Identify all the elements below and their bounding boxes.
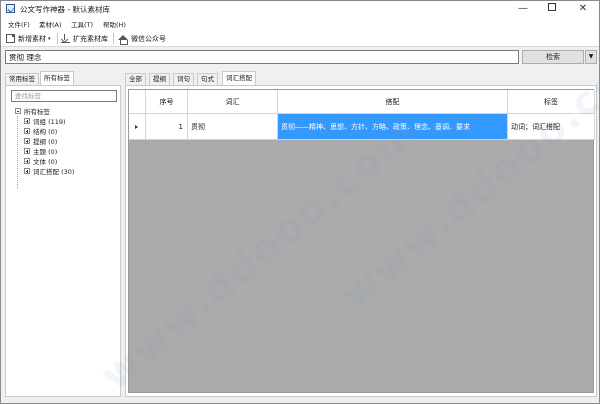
current-row-arrow-icon bbox=[135, 125, 138, 129]
tree-node-phrases[interactable]: 词组 (119) bbox=[24, 116, 66, 126]
new-material-button[interactable]: 新增素材 ▾ bbox=[6, 32, 51, 45]
search-button[interactable]: 检索 bbox=[522, 50, 584, 64]
tab-collocation[interactable]: 词汇搭配 bbox=[222, 71, 256, 85]
tab-outline[interactable]: 提纲 bbox=[149, 73, 170, 85]
tree-node-label: 提纲 (0) bbox=[33, 138, 58, 146]
tag-filter-container bbox=[11, 90, 117, 102]
maximize-button[interactable] bbox=[538, 1, 566, 17]
tag-panel-body: 所有标签 词组 (119) 结构 (0) 提纲 (0) 主题 (0) bbox=[5, 85, 121, 397]
search-input-container bbox=[5, 50, 519, 64]
wechat-account-button[interactable]: 微信公众号 bbox=[118, 32, 166, 45]
toolbar: 新增素材 ▾ 扩充素材库 微信公众号 bbox=[1, 30, 599, 47]
wechat-account-label: 微信公众号 bbox=[131, 34, 166, 43]
tree-node-label: 词汇搭配 (30) bbox=[33, 168, 75, 176]
collapse-icon[interactable] bbox=[15, 108, 21, 114]
minimize-button[interactable]: — bbox=[509, 1, 537, 17]
tag-panel: 常用标签 所有标签 所有标签 词组 (119) 结构 (0) bbox=[5, 71, 121, 397]
app-logo-icon bbox=[6, 4, 15, 13]
tag-filter-input[interactable] bbox=[12, 91, 116, 101]
tree-node-genre[interactable]: 文体 (0) bbox=[24, 156, 57, 166]
new-material-label: 新增素材 bbox=[18, 34, 46, 43]
toolbar-divider bbox=[57, 33, 58, 44]
cell-tags[interactable]: 动词；词汇搭配 bbox=[508, 114, 595, 140]
menu-tools[interactable]: 工具(T) bbox=[71, 19, 93, 29]
cell-collocation[interactable]: 贯彻——精神、思想、方针、方略、政策、理念、基调、要求 bbox=[278, 114, 508, 140]
tree-node-label: 结构 (0) bbox=[33, 128, 58, 136]
tree-node-collocation[interactable]: 词汇搭配 (30) bbox=[24, 166, 74, 176]
toolbar-divider bbox=[113, 33, 114, 44]
tree-connector bbox=[17, 116, 18, 189]
tree-node-root[interactable]: 所有标签 bbox=[15, 106, 50, 116]
column-header-index[interactable]: 序号 bbox=[146, 90, 188, 114]
expand-icon[interactable] bbox=[24, 138, 30, 144]
import-icon bbox=[61, 34, 70, 43]
tree-node-label: 词组 (119) bbox=[33, 118, 66, 126]
expand-icon[interactable] bbox=[24, 148, 30, 154]
tab-all[interactable]: 全部 bbox=[125, 73, 146, 85]
tree-node-topic[interactable]: 主题 (0) bbox=[24, 146, 57, 156]
close-button[interactable]: ✕ bbox=[569, 1, 597, 17]
expand-library-label: 扩充素材库 bbox=[73, 34, 108, 43]
row-selector[interactable] bbox=[129, 114, 146, 140]
tree-node-label: 主题 (0) bbox=[33, 148, 58, 156]
menu-help[interactable]: 帮助(H) bbox=[103, 19, 126, 29]
tab-sentence-patterns[interactable]: 句式 bbox=[197, 73, 218, 85]
cell-index[interactable]: 1 bbox=[146, 114, 188, 140]
search-input[interactable] bbox=[6, 51, 518, 63]
expand-library-button[interactable]: 扩充素材库 bbox=[61, 32, 108, 45]
chevron-down-icon[interactable]: ▾ bbox=[48, 36, 51, 42]
expand-icon[interactable] bbox=[24, 118, 30, 124]
grid-row-header-corner bbox=[129, 90, 146, 114]
search-options-dropdown[interactable]: ▼ bbox=[585, 50, 597, 64]
menu-file[interactable]: 文件(F) bbox=[8, 19, 30, 29]
column-header-word[interactable]: 词汇 bbox=[188, 90, 278, 114]
tree-node-label: 所有标签 bbox=[24, 108, 50, 116]
tree-node-label: 文体 (0) bbox=[33, 158, 58, 166]
cell-word[interactable]: 贯彻 bbox=[188, 114, 278, 140]
tree-node-structure[interactable]: 结构 (0) bbox=[24, 126, 57, 136]
expand-icon[interactable] bbox=[24, 168, 30, 174]
menu-material[interactable]: 素材(A) bbox=[39, 19, 62, 29]
window-title: 公文写作神器 - 默认素材库 bbox=[20, 5, 110, 14]
new-document-icon bbox=[6, 34, 15, 43]
results-grid: 序号 词汇 搭配 标签 1 贯彻 贯彻——精神、思想、方针、方略、政策、理念、基… bbox=[128, 89, 595, 393]
title-bar: 公文写作神器 - 默认素材库 — ✕ bbox=[1, 1, 599, 17]
home-icon bbox=[118, 34, 128, 45]
tree-node-outline[interactable]: 提纲 (0) bbox=[24, 136, 57, 146]
maximize-icon bbox=[548, 3, 556, 11]
results-panel: 全部 提纲 词句 句式 词汇搭配 序号 词汇 搭配 标签 1 贯彻 贯彻——精神… bbox=[125, 71, 597, 397]
results-body: 序号 词汇 搭配 标签 1 贯彻 贯彻——精神、思想、方针、方略、政策、理念、基… bbox=[125, 85, 597, 397]
menu-bar: 文件(F) 素材(A) 工具(T) 帮助(H) bbox=[1, 17, 599, 30]
tab-common-tags[interactable]: 常用标签 bbox=[5, 73, 39, 85]
tab-all-tags[interactable]: 所有标签 bbox=[40, 71, 74, 85]
column-header-tags[interactable]: 标签 bbox=[508, 90, 595, 114]
tab-sentences[interactable]: 词句 bbox=[173, 73, 194, 85]
expand-icon[interactable] bbox=[24, 158, 30, 164]
column-header-collocation[interactable]: 搭配 bbox=[278, 90, 508, 114]
app-window: 公文写作神器 - 默认素材库 — ✕ 文件(F) 素材(A) 工具(T) 帮助(… bbox=[0, 0, 600, 404]
expand-icon[interactable] bbox=[24, 128, 30, 134]
